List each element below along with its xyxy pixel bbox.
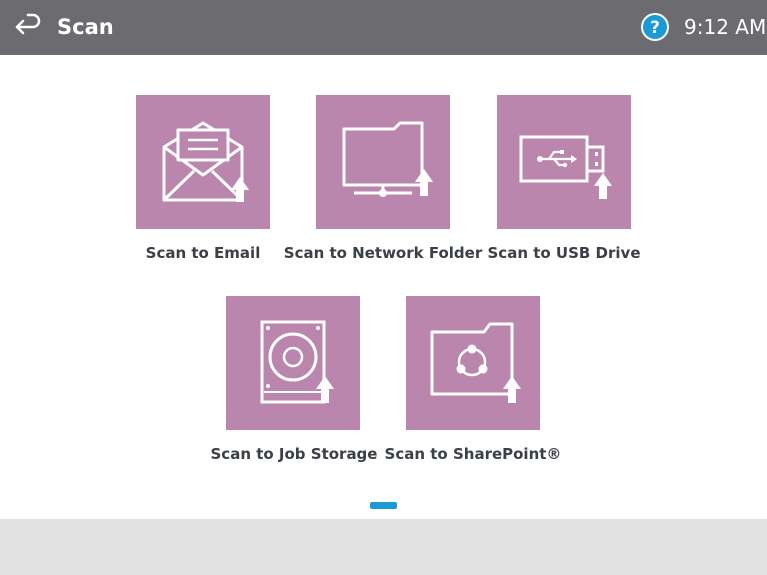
help-glyph: ? <box>650 18 660 38</box>
footer-bar <box>0 519 767 575</box>
scan-to-sharepoint-tile[interactable] <box>406 296 540 430</box>
scan-to-email-tile[interactable] <box>136 95 270 229</box>
scan-to-usb-drive-tile[interactable] <box>497 95 631 229</box>
page-indicator <box>370 502 397 509</box>
sharepoint-folder-upload-icon <box>430 322 521 403</box>
envelope-upload-icon <box>162 121 249 202</box>
hard-drive-upload-icon <box>260 320 334 404</box>
network-folder-upload-icon <box>342 121 433 197</box>
back-arrow-icon <box>15 13 41 35</box>
scan-to-network-folder-tile[interactable] <box>316 95 450 229</box>
usb-drive-upload-icon <box>519 135 612 199</box>
clock-time: 9:12 AM <box>684 15 767 39</box>
help-icon: ? <box>641 13 669 41</box>
scan-to-sharepoint-label[interactable]: Scan to SharePoint® <box>373 444 573 464</box>
help-button[interactable]: ? <box>641 13 669 41</box>
back-button[interactable] <box>14 12 44 42</box>
header-bar: Scan ? 9:12 AM <box>0 0 767 55</box>
page-title: Scan <box>57 15 114 39</box>
scan-to-job-storage-tile[interactable] <box>226 296 360 430</box>
scan-to-usb-drive-label[interactable]: Scan to USB Drive <box>464 243 664 263</box>
scan-to-job-storage-label[interactable]: Scan to Job Storage <box>194 444 394 464</box>
scan-to-email-label[interactable]: Scan to Email <box>103 243 303 263</box>
scan-to-network-folder-label[interactable]: Scan to Network Folder <box>283 243 483 263</box>
